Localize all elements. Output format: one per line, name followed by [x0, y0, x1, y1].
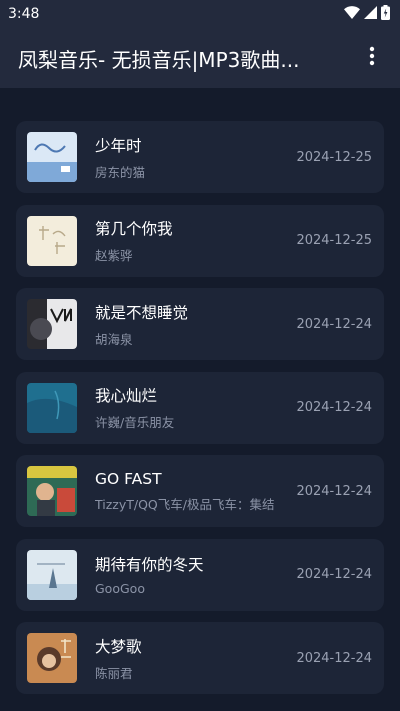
song-artist: 胡海泉	[95, 331, 133, 347]
song-date: 2024-12-25	[296, 149, 372, 165]
song-date: 2024-12-24	[296, 316, 372, 332]
song-date: 2024-12-24	[296, 650, 372, 666]
song-meta: 大梦歌 陈丽君	[95, 635, 288, 682]
status-bar: 3:48	[0, 0, 400, 28]
song-date: 2024-12-24	[296, 400, 372, 415]
song-date: 2024-12-25	[296, 233, 372, 248]
song-title: 第几个你我	[95, 220, 173, 238]
song-title: 少年时	[95, 136, 142, 155]
song-meta: 期待有你的冬天 GooGoo	[95, 553, 288, 596]
album-cover	[27, 382, 77, 433]
song-item[interactable]: 少年时 房东的猫 2024-12-25	[16, 121, 384, 193]
song-item[interactable]: 就是不想睡觉 胡海泉 2024-12-24	[16, 288, 384, 360]
song-date: 2024-12-24	[296, 483, 372, 499]
album-cover	[27, 215, 77, 266]
status-icons	[344, 4, 390, 24]
signal-icon	[364, 5, 377, 23]
song-date: 2024-12-24	[296, 567, 372, 582]
song-item[interactable]: 我心灿烂 许巍/音乐朋友 2024-12-24	[16, 371, 384, 444]
song-item[interactable]: GO FAST TizzyT/QQ飞车/极品飞车：集结 2024-12-24	[16, 455, 384, 527]
song-artist: TizzyT/QQ飞车/极品飞车：集结	[95, 496, 275, 512]
wifi-icon	[344, 5, 360, 23]
song-meta: 第几个你我 赵紫骅	[95, 217, 288, 264]
battery-icon	[381, 4, 390, 24]
song-artist: 房东的猫	[95, 164, 146, 180]
album-cover	[27, 466, 77, 516]
song-artist: 陈丽君	[95, 665, 133, 681]
song-artist: GooGoo	[95, 581, 145, 596]
song-artist: 赵紫骅	[95, 248, 133, 263]
song-item[interactable]: 第几个你我 赵紫骅 2024-12-25	[16, 204, 384, 277]
song-list: 少年时 房东的猫 2024-12-25 第几个你我 赵紫骅 2024-12-25	[16, 121, 384, 706]
song-meta: GO FAST TizzyT/QQ飞车/极品飞车：集结	[95, 470, 288, 513]
status-time: 3:48	[8, 6, 40, 22]
app-bar: 凤梨音乐- 无损音乐|MP3歌曲...	[0, 28, 400, 88]
song-meta: 少年时 房东的猫	[95, 134, 288, 181]
song-meta: 我心灿烂 许巍/音乐朋友	[95, 384, 288, 431]
song-title: 就是不想睡觉	[95, 303, 189, 322]
song-item[interactable]: 期待有你的冬天 GooGoo 2024-12-24	[16, 538, 384, 611]
song-title: GO FAST	[95, 469, 162, 488]
album-cover	[27, 132, 77, 182]
song-title: 大梦歌	[95, 637, 142, 656]
more-vert-icon	[369, 46, 375, 70]
song-artist: 许巍/音乐朋友	[95, 415, 175, 430]
more-options-button[interactable]	[360, 46, 384, 70]
song-title: 期待有你的冬天	[95, 556, 204, 574]
app-title: 凤梨音乐- 无损音乐|MP3歌曲...	[18, 47, 300, 72]
song-meta: 就是不想睡觉 胡海泉	[95, 301, 288, 348]
album-cover	[27, 549, 77, 600]
song-title: 我心灿烂	[95, 387, 158, 405]
album-cover	[27, 633, 77, 683]
album-cover	[27, 299, 77, 349]
song-item[interactable]: 大梦歌 陈丽君 2024-12-24	[16, 622, 384, 694]
